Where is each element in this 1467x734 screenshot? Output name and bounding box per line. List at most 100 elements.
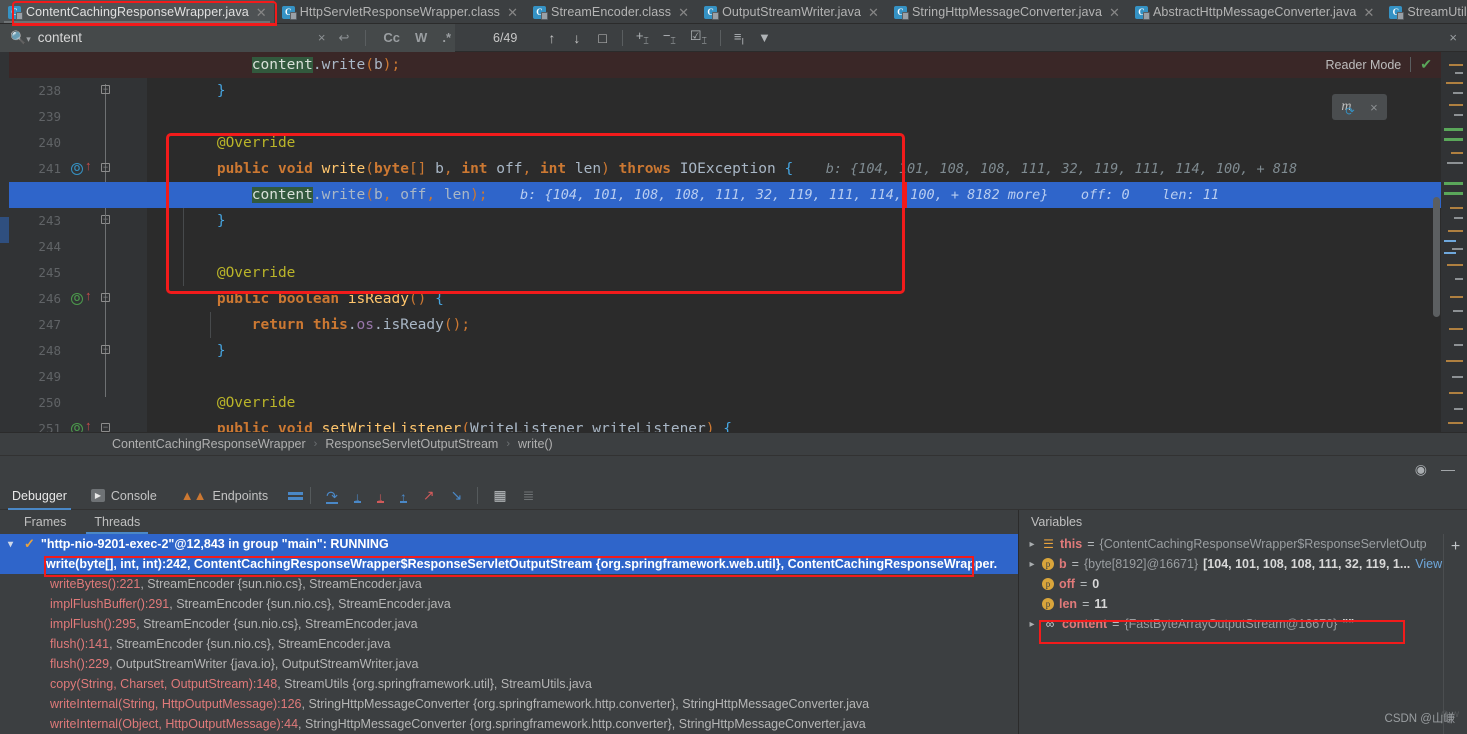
inlay-hint-widget[interactable]: m × (1332, 94, 1387, 120)
code-line[interactable]: content.write(b, off, len); b: {104, 101… (147, 182, 1467, 208)
step-into-icon[interactable]: ↓ (346, 489, 369, 505)
close-icon[interactable]: ✕ (256, 6, 267, 19)
code-text-area[interactable]: content.write(b); } @Override public voi… (9, 52, 1467, 432)
search-input[interactable]: content (38, 30, 308, 45)
match-case-toggle[interactable]: Cc (379, 30, 404, 45)
close-icon[interactable]: ✕ (507, 6, 518, 19)
code-line[interactable]: public boolean isReady() { (147, 286, 1467, 312)
variables-list[interactable]: ▸ ☰ this = {ContentCachingResponseWrappe… (1019, 534, 1467, 634)
editor-tab-2[interactable]: StreamEncoder.class ✕ (525, 0, 696, 23)
variable-row[interactable]: ▸ ☰ this = {ContentCachingResponseWrappe… (1019, 534, 1467, 554)
breadcrumb-item-2[interactable]: write() (518, 437, 553, 451)
editor-tab-5[interactable]: AbstractHttpMessageConverter.java ✕ (1127, 0, 1381, 23)
code-line[interactable] (147, 104, 1467, 130)
close-icon[interactable]: ✕ (1363, 6, 1374, 19)
override-method-icon[interactable]: O (71, 423, 83, 432)
code-line[interactable]: @Override (147, 390, 1467, 416)
multiline-toggle-icon[interactable]: ↩ (336, 30, 353, 46)
tab-console[interactable]: ▶ Console (79, 482, 169, 510)
scrollbar-thumb[interactable] (1433, 197, 1440, 317)
editor-tab-0[interactable]: ContentCachingResponseWrapper.java ✕ (0, 0, 274, 23)
search-input-wrapper[interactable]: 🔍▾ content × ↩ Cc W .* (0, 23, 455, 52)
chevron-down-icon[interactable]: ▾ (8, 539, 18, 550)
drop-frame-icon[interactable]: ↗ (415, 487, 443, 504)
stack-frame-row[interactable]: implFlush():295, StreamEncoder {sun.nio.… (0, 614, 1018, 634)
editor-tab-4[interactable]: StringHttpMessageConverter.java ✕ (886, 0, 1127, 23)
fold-collapse-icon[interactable]: − (101, 345, 110, 354)
override-method-icon[interactable]: O (71, 293, 83, 305)
chevron-right-icon[interactable]: ▸ (1027, 539, 1037, 550)
regex-toggle[interactable]: .* (438, 30, 455, 45)
code-line[interactable]: public void write(byte[] b, int off, int… (147, 156, 1467, 182)
fold-collapse-icon[interactable]: − (101, 85, 110, 94)
code-line[interactable]: @Override (147, 130, 1467, 156)
chevron-right-icon[interactable]: ▸ (1027, 559, 1037, 570)
code-editor[interactable]: 237 238 239 240 241 242 243 244 245 246 … (0, 52, 1467, 432)
globe-settings-icon[interactable]: ◉ (1415, 461, 1427, 478)
editor-vertical-scrollbar[interactable] (1432, 52, 1441, 432)
fold-collapse-icon[interactable]: − (101, 293, 110, 302)
code-line[interactable] (147, 234, 1467, 260)
remove-selection-icon[interactable]: −⌶ (656, 28, 683, 47)
editor-gutter[interactable]: 237 238 239 240 241 242 243 244 245 246 … (9, 52, 147, 432)
close-icon[interactable]: ✕ (868, 6, 879, 19)
stack-frame-row[interactable]: writeInternal(Object, HttpOutputMessage)… (0, 714, 1018, 734)
step-out-icon[interactable]: ↑ (392, 489, 415, 505)
editor-tab-3[interactable]: OutputStreamWriter.java ✕ (696, 0, 886, 23)
hide-panel-icon[interactable]: — (1441, 461, 1455, 477)
close-icon[interactable]: ✕ (1109, 6, 1120, 19)
editor-marker-bar[interactable] (1441, 52, 1467, 432)
find-in-selection-icon[interactable]: ≡I (727, 29, 751, 47)
breadcrumb[interactable]: ContentCachingResponseWrapper › Response… (0, 432, 1467, 455)
breadcrumb-item-0[interactable]: ContentCachingResponseWrapper (112, 437, 306, 451)
close-icon[interactable]: ✕ (678, 6, 689, 19)
close-find-bar-icon[interactable]: × (1449, 30, 1457, 45)
check-icon[interactable]: ✔ (1420, 56, 1432, 73)
thread-row[interactable]: ▾ ✓ "http-nio-9201-exec-2"@12,843 in gro… (0, 534, 1018, 554)
editor-tab-1[interactable]: HttpServletResponseWrapper.class ✕ (274, 0, 525, 23)
step-over-icon[interactable]: ↷ (318, 488, 346, 504)
clear-search-icon[interactable]: × (315, 30, 329, 45)
add-selection-icon[interactable]: +⌶ (629, 28, 656, 47)
code-line[interactable]: content.write(b); (147, 52, 1467, 78)
stack-frame-row[interactable]: writeInternal(String, HttpOutputMessage)… (0, 694, 1018, 714)
layout-settings-icon[interactable] (288, 490, 304, 502)
stack-frame-row[interactable]: flush():229, OutputStreamWriter {java.io… (0, 654, 1018, 674)
whole-words-toggle[interactable]: W (411, 30, 431, 45)
stack-frame-row[interactable]: writeBytes():221, StreamEncoder {sun.nio… (0, 574, 1018, 594)
stack-frames-list[interactable]: ▾ ✓ "http-nio-9201-exec-2"@12,843 in gro… (0, 534, 1018, 734)
stack-frame-row[interactable]: write(byte[], int, int):242, ContentCach… (0, 554, 1018, 574)
code-line[interactable]: } (147, 208, 1467, 234)
run-to-cursor-icon[interactable]: ↘ (443, 487, 471, 504)
view-link[interactable]: View (1415, 557, 1442, 571)
stack-frame-row[interactable]: copy(String, Charset, OutputStream):148,… (0, 674, 1018, 694)
fold-collapse-icon[interactable]: − (101, 423, 110, 432)
code-line[interactable]: return this.os.isReady(); (147, 312, 1467, 338)
settings-icon[interactable]: ≣ (515, 487, 543, 504)
tab-threads[interactable]: Threads (80, 510, 154, 534)
code-line[interactable]: } (147, 338, 1467, 364)
tab-endpoints[interactable]: ▲▲ Endpoints (169, 482, 280, 510)
code-line[interactable]: public void setWriteListener(WriteListen… (147, 416, 1467, 432)
tab-debugger[interactable]: Debugger (0, 482, 79, 510)
chevron-right-icon[interactable]: ▸ (1027, 619, 1037, 630)
variable-row[interactable]: ▸ p off = 0 (1019, 574, 1467, 594)
find-previous-icon[interactable]: ↑ (539, 30, 564, 46)
find-next-icon[interactable]: ↓ (564, 30, 589, 46)
breadcrumb-item-1[interactable]: ResponseServletOutputStream (325, 437, 498, 451)
variable-row[interactable]: ▸ p b = {byte[8192]@16671} [104, 101, 10… (1019, 554, 1467, 574)
override-method-icon[interactable]: O (71, 163, 83, 175)
code-line[interactable]: @Override (147, 260, 1467, 286)
variable-row[interactable]: ▸ ∞ content = {FastByteArrayOutputStream… (1019, 614, 1467, 634)
variable-row[interactable]: ▸ p len = 11 (1019, 594, 1467, 614)
maven-refresh-icon[interactable]: m (1341, 99, 1354, 118)
code-line[interactable] (147, 364, 1467, 390)
code-line[interactable]: } (147, 78, 1467, 104)
add-watch-icon[interactable]: + (1451, 538, 1460, 556)
evaluate-expression-icon[interactable]: ▦ (485, 487, 514, 504)
filter-icon[interactable]: ▼ (751, 30, 778, 45)
close-icon[interactable]: × (1370, 100, 1378, 115)
select-all-icon[interactable]: ☑⌶ (683, 28, 714, 47)
stack-frame-row[interactable]: implFlushBuffer():291, StreamEncoder {su… (0, 594, 1018, 614)
reader-mode-control[interactable]: Reader Mode ✔ (1326, 56, 1432, 73)
